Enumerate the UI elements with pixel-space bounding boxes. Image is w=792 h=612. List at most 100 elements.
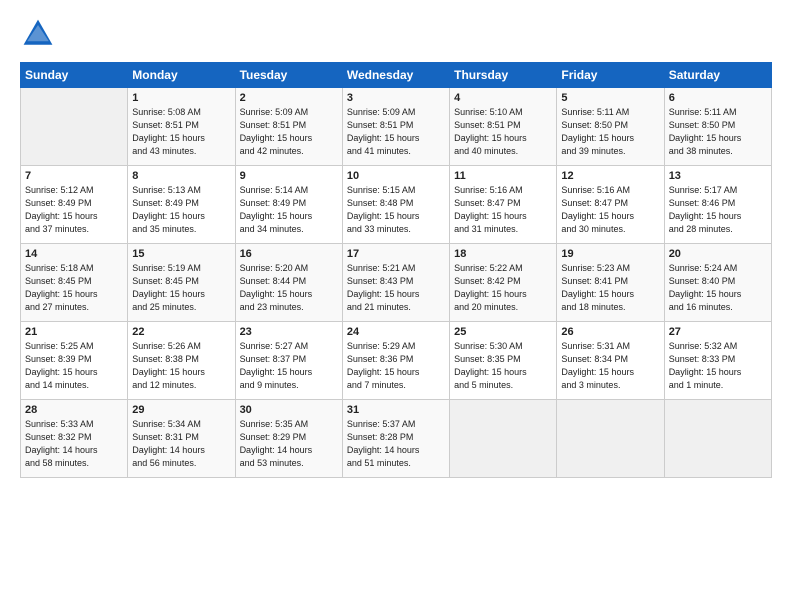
calendar-cell: 12 Sunrise: 5:16 AM Sunset: 8:47 PM Dayli…	[557, 166, 664, 244]
day-number: 12	[561, 170, 659, 182]
day-header: Wednesday	[342, 63, 449, 88]
day-info: Sunrise: 5:22 AM Sunset: 8:42 PM Dayligh…	[454, 262, 552, 314]
day-number: 30	[240, 404, 338, 416]
calendar-cell: 9 Sunrise: 5:14 AM Sunset: 8:49 PM Daylig…	[235, 166, 342, 244]
day-header: Monday	[128, 63, 235, 88]
day-number: 27	[669, 326, 767, 338]
calendar-cell: 27Sunrise: 5:32 AM Sunset: 8:33 PM Dayli…	[664, 322, 771, 400]
day-header: Saturday	[664, 63, 771, 88]
day-info: Sunrise: 5:31 AM Sunset: 8:34 PM Dayligh…	[561, 340, 659, 392]
day-info: Sunrise: 5:37 AM Sunset: 8:28 PM Dayligh…	[347, 418, 445, 470]
day-header: Sunday	[21, 63, 128, 88]
logo-icon	[20, 16, 56, 52]
day-number: 8	[132, 170, 230, 182]
calendar-cell: 31 Sunrise: 5:37 AM Sunset: 8:28 PM Dayli…	[342, 400, 449, 478]
day-info: Sunrise: 5:26 AM Sunset: 8:38 PM Dayligh…	[132, 340, 230, 392]
day-number: 5	[561, 92, 659, 104]
day-number: 15	[132, 248, 230, 260]
day-info: Sunrise: 5:19 AM Sunset: 8:45 PM Dayligh…	[132, 262, 230, 314]
day-number: 11	[454, 170, 552, 182]
calendar-cell: 14 Sunrise: 5:18 AM Sunset: 8:45 PM Dayli…	[21, 244, 128, 322]
calendar-cell: 22 Sunrise: 5:26 AM Sunset: 8:38 PM Dayli…	[128, 322, 235, 400]
day-info: Sunrise: 5:25 AM Sunset: 8:39 PM Dayligh…	[25, 340, 123, 392]
day-number: 22	[132, 326, 230, 338]
calendar-week-row: 14 Sunrise: 5:18 AM Sunset: 8:45 PM Dayli…	[21, 244, 772, 322]
day-number: 31	[347, 404, 445, 416]
calendar-week-row: 28 Sunrise: 5:33 AM Sunset: 8:32 PM Dayli…	[21, 400, 772, 478]
calendar-week-row: 1 Sunrise: 5:08 AM Sunset: 8:51 PM Daylig…	[21, 88, 772, 166]
day-number: 14	[25, 248, 123, 260]
calendar-cell: 26 Sunrise: 5:31 AM Sunset: 8:34 PM Dayli…	[557, 322, 664, 400]
header-row: SundayMondayTuesdayWednesdayThursdayFrid…	[21, 63, 772, 88]
day-number: 21	[25, 326, 123, 338]
day-number: 13	[669, 170, 767, 182]
day-info: Sunrise: 5:12 AM Sunset: 8:49 PM Dayligh…	[25, 184, 123, 236]
calendar-cell: 23Sunrise: 5:27 AM Sunset: 8:37 PM Dayli…	[235, 322, 342, 400]
day-number: 10	[347, 170, 445, 182]
calendar-cell: 30 Sunrise: 5:35 AM Sunset: 8:29 PM Dayli…	[235, 400, 342, 478]
calendar-table: SundayMondayTuesdayWednesdayThursdayFrid…	[20, 62, 772, 478]
logo	[20, 16, 62, 52]
calendar-cell: 20 Sunrise: 5:24 AM Sunset: 8:40 PM Dayli…	[664, 244, 771, 322]
calendar-cell: 24 Sunrise: 5:29 AM Sunset: 8:36 PM Dayli…	[342, 322, 449, 400]
calendar-cell: 4 Sunrise: 5:10 AM Sunset: 8:51 PM Daylig…	[450, 88, 557, 166]
day-info: Sunrise: 5:18 AM Sunset: 8:45 PM Dayligh…	[25, 262, 123, 314]
day-number: 26	[561, 326, 659, 338]
day-number: 29	[132, 404, 230, 416]
day-info: Sunrise: 5:29 AM Sunset: 8:36 PM Dayligh…	[347, 340, 445, 392]
calendar-cell: 8 Sunrise: 5:13 AM Sunset: 8:49 PM Daylig…	[128, 166, 235, 244]
day-info: Sunrise: 5:20 AM Sunset: 8:44 PM Dayligh…	[240, 262, 338, 314]
day-info: Sunrise: 5:16 AM Sunset: 8:47 PM Dayligh…	[454, 184, 552, 236]
calendar-cell	[21, 88, 128, 166]
day-info: Sunrise: 5:11 AM Sunset: 8:50 PM Dayligh…	[669, 106, 767, 158]
day-number: 18	[454, 248, 552, 260]
day-info: Sunrise: 5:17 AM Sunset: 8:46 PM Dayligh…	[669, 184, 767, 236]
calendar-week-row: 21 Sunrise: 5:25 AM Sunset: 8:39 PM Dayli…	[21, 322, 772, 400]
calendar-cell: 19Sunrise: 5:23 AM Sunset: 8:41 PM Dayli…	[557, 244, 664, 322]
day-info: Sunrise: 5:11 AM Sunset: 8:50 PM Dayligh…	[561, 106, 659, 158]
day-info: Sunrise: 5:09 AM Sunset: 8:51 PM Dayligh…	[240, 106, 338, 158]
day-number: 6	[669, 92, 767, 104]
calendar-cell: 25Sunrise: 5:30 AM Sunset: 8:35 PM Dayli…	[450, 322, 557, 400]
day-info: Sunrise: 5:33 AM Sunset: 8:32 PM Dayligh…	[25, 418, 123, 470]
day-info: Sunrise: 5:10 AM Sunset: 8:51 PM Dayligh…	[454, 106, 552, 158]
calendar-cell	[664, 400, 771, 478]
day-number: 4	[454, 92, 552, 104]
day-info: Sunrise: 5:08 AM Sunset: 8:51 PM Dayligh…	[132, 106, 230, 158]
day-number: 28	[25, 404, 123, 416]
day-header: Friday	[557, 63, 664, 88]
calendar-cell	[450, 400, 557, 478]
day-number: 1	[132, 92, 230, 104]
day-number: 3	[347, 92, 445, 104]
day-info: Sunrise: 5:35 AM Sunset: 8:29 PM Dayligh…	[240, 418, 338, 470]
calendar-cell: 7Sunrise: 5:12 AM Sunset: 8:49 PM Daylig…	[21, 166, 128, 244]
day-number: 17	[347, 248, 445, 260]
day-number: 9	[240, 170, 338, 182]
calendar-cell: 3 Sunrise: 5:09 AM Sunset: 8:51 PM Daylig…	[342, 88, 449, 166]
calendar-cell: 17 Sunrise: 5:21 AM Sunset: 8:43 PM Dayli…	[342, 244, 449, 322]
day-info: Sunrise: 5:21 AM Sunset: 8:43 PM Dayligh…	[347, 262, 445, 314]
day-info: Sunrise: 5:16 AM Sunset: 8:47 PM Dayligh…	[561, 184, 659, 236]
day-info: Sunrise: 5:14 AM Sunset: 8:49 PM Dayligh…	[240, 184, 338, 236]
day-header: Tuesday	[235, 63, 342, 88]
calendar-cell: 1 Sunrise: 5:08 AM Sunset: 8:51 PM Daylig…	[128, 88, 235, 166]
calendar-cell: 21 Sunrise: 5:25 AM Sunset: 8:39 PM Dayli…	[21, 322, 128, 400]
calendar-cell: 2Sunrise: 5:09 AM Sunset: 8:51 PM Daylig…	[235, 88, 342, 166]
calendar-cell: 11 Sunrise: 5:16 AM Sunset: 8:47 PM Dayli…	[450, 166, 557, 244]
day-info: Sunrise: 5:13 AM Sunset: 8:49 PM Dayligh…	[132, 184, 230, 236]
calendar-cell: 15 Sunrise: 5:19 AM Sunset: 8:45 PM Dayli…	[128, 244, 235, 322]
day-number: 24	[347, 326, 445, 338]
day-header: Thursday	[450, 63, 557, 88]
calendar-cell: 18 Sunrise: 5:22 AM Sunset: 8:42 PM Dayli…	[450, 244, 557, 322]
calendar-cell: 28 Sunrise: 5:33 AM Sunset: 8:32 PM Dayli…	[21, 400, 128, 478]
page: SundayMondayTuesdayWednesdayThursdayFrid…	[0, 0, 792, 612]
calendar-cell: 29Sunrise: 5:34 AM Sunset: 8:31 PM Dayli…	[128, 400, 235, 478]
day-info: Sunrise: 5:24 AM Sunset: 8:40 PM Dayligh…	[669, 262, 767, 314]
day-number: 23	[240, 326, 338, 338]
day-number: 20	[669, 248, 767, 260]
day-info: Sunrise: 5:09 AM Sunset: 8:51 PM Dayligh…	[347, 106, 445, 158]
calendar-cell: 5 Sunrise: 5:11 AM Sunset: 8:50 PM Daylig…	[557, 88, 664, 166]
calendar-cell: 10Sunrise: 5:15 AM Sunset: 8:48 PM Dayli…	[342, 166, 449, 244]
header	[20, 16, 772, 52]
calendar-cell	[557, 400, 664, 478]
